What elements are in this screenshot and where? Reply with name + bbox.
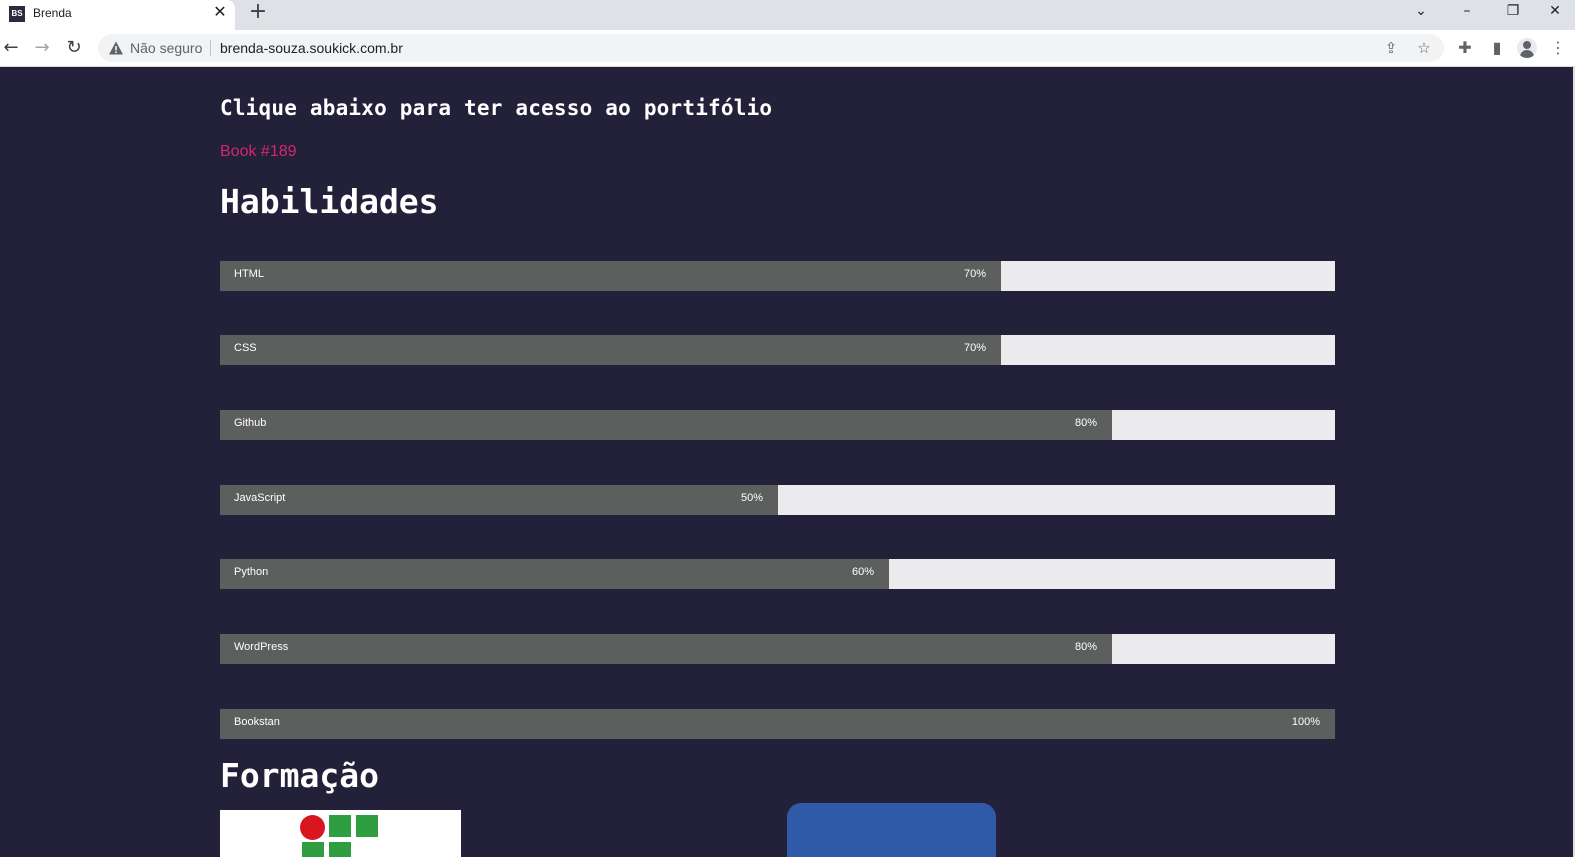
- tab-title: Brenda: [33, 6, 72, 20]
- skill-fill: [220, 335, 1001, 365]
- skill-bar-javascript: JavaScript 50%: [220, 485, 1335, 515]
- logo-circle: [300, 815, 325, 840]
- close-window-icon[interactable]: ✕: [1535, 0, 1575, 24]
- restore-icon[interactable]: ❐: [1490, 0, 1536, 24]
- skill-fill: [220, 410, 1112, 440]
- address-bar[interactable]: Não seguro brenda-souza.soukick.com.br ⇪…: [98, 34, 1444, 62]
- logo-square: [356, 815, 378, 837]
- skill-fill: [220, 634, 1112, 664]
- skill-percent: 60%: [851, 566, 874, 578]
- portfolio-cta: Clique abaixo para ter acesso ao portifó…: [220, 96, 773, 120]
- skill-name: Python: [234, 566, 269, 578]
- skill-name: HTML: [234, 268, 264, 280]
- skill-bar-html: HTML 70%: [220, 261, 1335, 291]
- minimize-icon[interactable]: –: [1444, 0, 1490, 24]
- favicon-icon: BS: [9, 6, 25, 22]
- logo-square: [302, 842, 324, 857]
- profile-body: [1520, 50, 1534, 58]
- book-link[interactable]: Book #189: [220, 143, 297, 161]
- close-tab-icon[interactable]: ✕: [211, 3, 229, 21]
- skill-bar-wordpress: WordPress 80%: [220, 634, 1335, 664]
- skill-bar-bookstan: Bookstan 100%: [220, 709, 1335, 739]
- skill-bar-github: Github 80%: [220, 410, 1335, 440]
- skill-fill: [220, 485, 778, 515]
- skill-fill: [220, 709, 1335, 739]
- skill-percent: 50%: [740, 492, 763, 504]
- skill-percent: 100%: [1291, 716, 1320, 728]
- skill-name: JavaScript: [234, 492, 286, 504]
- skill-fill: [220, 559, 889, 589]
- security-label[interactable]: Não seguro: [130, 40, 202, 56]
- profile-icon[interactable]: [1517, 38, 1537, 58]
- warning-icon[interactable]: [108, 40, 124, 56]
- skill-bar-python: Python 60%: [220, 559, 1335, 589]
- star-icon[interactable]: ☆: [1415, 39, 1433, 57]
- side-panel-icon[interactable]: ▮: [1486, 37, 1508, 59]
- education-title: Formação: [220, 756, 379, 795]
- puzzle-icon[interactable]: ✚: [1454, 37, 1476, 59]
- tab-search-icon[interactable]: ⌄: [1398, 0, 1444, 24]
- skill-percent: 80%: [1074, 417, 1097, 429]
- url-text[interactable]: brenda-souza.soukick.com.br: [220, 40, 403, 56]
- skill-percent: 70%: [963, 342, 986, 354]
- skill-bar-css: CSS 70%: [220, 335, 1335, 365]
- browser-toolbar: ← → ↻ Não seguro brenda-souza.soukick.co…: [0, 30, 1575, 67]
- new-tab-button[interactable]: +: [248, 1, 268, 23]
- skill-name: Github: [234, 417, 267, 429]
- forward-icon[interactable]: →: [31, 37, 53, 59]
- logo-square: [329, 815, 351, 837]
- course-logo[interactable]: [787, 803, 996, 857]
- skill-percent: 80%: [1074, 641, 1097, 653]
- page-content: Clique abaixo para ter acesso ao portifó…: [0, 67, 1575, 857]
- skill-name: WordPress: [234, 641, 289, 653]
- skill-percent: 70%: [963, 268, 986, 280]
- tab-strip: BS Brenda ✕ + ⌄ – ❐ ✕: [0, 0, 1575, 30]
- menu-icon[interactable]: ⋮: [1550, 37, 1566, 59]
- reload-icon[interactable]: ↻: [63, 37, 85, 59]
- share-icon[interactable]: ⇪: [1382, 39, 1400, 57]
- skill-name: Bookstan: [234, 716, 280, 728]
- browser-tab[interactable]: BS Brenda ✕: [0, 0, 235, 30]
- logo-square: [329, 842, 351, 857]
- back-icon[interactable]: ←: [0, 37, 22, 59]
- institution-logo[interactable]: [220, 810, 461, 857]
- skill-fill: [220, 261, 1001, 291]
- skills-title: Habilidades: [220, 182, 439, 221]
- omnibox-divider: [210, 40, 211, 56]
- skill-name: CSS: [234, 342, 257, 354]
- profile-head: [1523, 41, 1531, 49]
